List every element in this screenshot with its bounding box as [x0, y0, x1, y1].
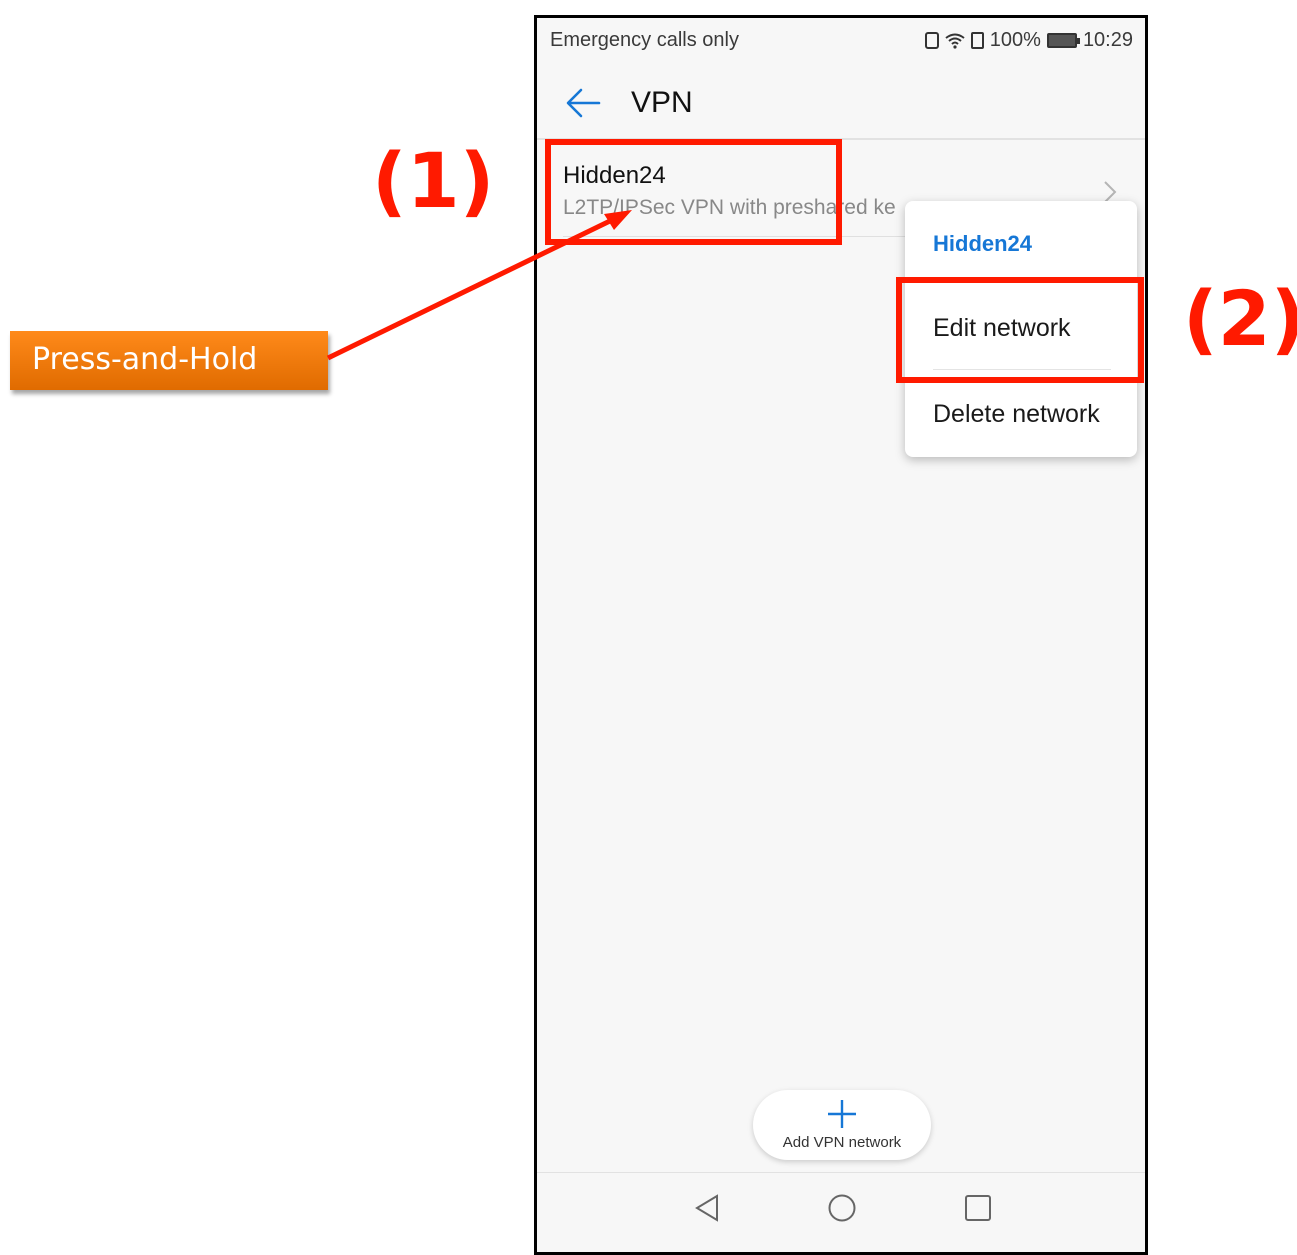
- highlight-box-vpn-item: [545, 139, 842, 245]
- status-icons: 100% 10:29: [924, 29, 1133, 52]
- status-bar: Emergency calls only 100% 10:29: [537, 18, 1145, 64]
- press-and-hold-label: Press-and-Hold: [32, 342, 258, 377]
- wifi-icon: [945, 33, 965, 49]
- step-2-label: (2): [1183, 274, 1297, 363]
- battery-icon: [1046, 33, 1080, 48]
- system-nav-bar: [537, 1172, 1145, 1252]
- home-circle-icon[interactable]: [827, 1193, 857, 1223]
- context-menu-title: Hidden24: [933, 231, 1033, 256]
- nfc-icon: [924, 32, 939, 49]
- back-triangle-icon[interactable]: [693, 1193, 723, 1223]
- back-arrow-icon[interactable]: [565, 86, 601, 120]
- sim-icon: [970, 32, 984, 49]
- page-title: VPN: [631, 86, 693, 119]
- battery-percent: 100%: [989, 29, 1041, 51]
- step-1-label: (1): [372, 136, 495, 225]
- delete-network-menu-item[interactable]: Delete network: [933, 400, 1100, 429]
- clock: 10:29: [1082, 29, 1133, 51]
- plus-icon: [828, 1100, 856, 1128]
- add-vpn-label: Add VPN network: [782, 1134, 902, 1151]
- recents-square-icon[interactable]: [963, 1193, 993, 1223]
- press-and-hold-tag: Press-and-Hold: [10, 331, 328, 390]
- highlight-box-edit-network: [896, 277, 1144, 383]
- carrier-status: Emergency calls only: [550, 29, 739, 51]
- app-toolbar: VPN: [537, 64, 1145, 140]
- add-vpn-button[interactable]: Add VPN network: [753, 1090, 931, 1160]
